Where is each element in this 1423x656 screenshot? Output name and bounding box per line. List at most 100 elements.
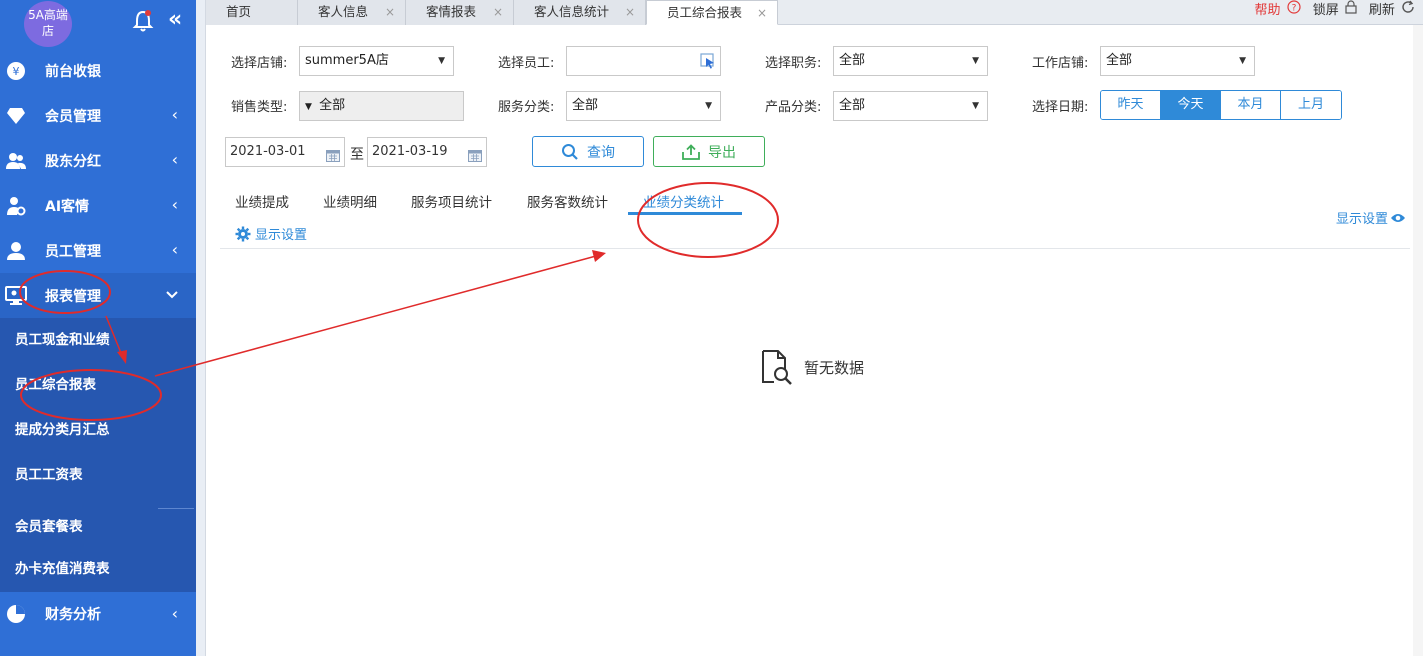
empty-text: 暂无数据 bbox=[804, 358, 865, 377]
export-label: 导出 bbox=[708, 144, 736, 161]
svg-text:?: ? bbox=[1291, 4, 1296, 14]
tab-label: 客情报表 bbox=[426, 4, 477, 19]
monitor-icon bbox=[5, 285, 27, 307]
users-icon bbox=[5, 150, 27, 172]
workshop-select[interactable]: 全部 ▼ bbox=[1100, 46, 1255, 76]
product-select[interactable]: 全部 ▼ bbox=[833, 91, 988, 121]
question-circle-icon: ? bbox=[1287, 0, 1301, 18]
store-select[interactable]: summer5A店 ▼ bbox=[299, 46, 454, 76]
caret-down-icon: ▼ bbox=[972, 56, 979, 66]
bell-icon[interactable] bbox=[132, 9, 154, 33]
sidebar-item-shareholder[interactable]: 股东分红 ‹ bbox=[0, 138, 196, 183]
sidebar-subitem-staff-report[interactable]: 员工综合报表 bbox=[0, 363, 196, 408]
calendar-icon bbox=[326, 145, 340, 162]
pie-icon bbox=[5, 603, 27, 625]
close-icon[interactable]: × bbox=[385, 0, 395, 24]
date-to-value: 2021-03-19 bbox=[372, 144, 448, 159]
sidebar-item-finance[interactable]: 财务分析 ‹ bbox=[0, 592, 196, 636]
chevron-down-icon bbox=[166, 287, 178, 303]
collapse-sidebar-icon[interactable]: « bbox=[168, 9, 190, 33]
caret-down-icon: ▼ bbox=[972, 101, 979, 111]
service-select[interactable]: 全部 ▼ bbox=[566, 91, 721, 121]
close-icon[interactable]: × bbox=[493, 0, 503, 24]
date-label: 选择日期: bbox=[1032, 100, 1089, 115]
lock-icon bbox=[1345, 0, 1357, 18]
reports-submenu: 员工现金和业绩 员工综合报表 提成分类月汇总 员工工资表 会员套餐表 办卡充值消… bbox=[0, 318, 196, 592]
staff-input[interactable] bbox=[566, 46, 721, 76]
date-btn-this-month[interactable]: 本月 bbox=[1221, 91, 1281, 119]
gear-icon bbox=[235, 226, 251, 241]
display-settings-link[interactable]: 显示设置 bbox=[235, 224, 307, 243]
sidebar-item-label: 股东分红 bbox=[45, 153, 101, 170]
sidebar-resize-strip[interactable] bbox=[196, 0, 206, 656]
help-link[interactable]: 帮助 ? bbox=[1255, 0, 1301, 20]
tab-home[interactable]: 首页 bbox=[206, 0, 298, 25]
page-scrollbar[interactable] bbox=[1413, 25, 1423, 656]
sidebar-item-ai-customer[interactable]: AI客情 ‹ bbox=[0, 183, 196, 228]
sidebar-item-front-cashier[interactable]: ¥ 前台收银 bbox=[0, 48, 196, 93]
sidebar-header: 5A高端店 « bbox=[0, 0, 196, 48]
sidebar-subitem-commission-monthly[interactable]: 提成分类月汇总 bbox=[0, 408, 196, 453]
tab-label: 客人信息统计 bbox=[534, 4, 610, 19]
refresh-label: 刷新 bbox=[1368, 3, 1395, 18]
select-pointer-icon[interactable] bbox=[700, 53, 716, 69]
date-btn-last-month[interactable]: 上月 bbox=[1281, 91, 1341, 119]
sidebar-subitem-member-package[interactable]: 会员套餐表 bbox=[0, 507, 196, 547]
report-tab-service-items[interactable]: 服务项目统计 bbox=[411, 191, 492, 211]
sidebar-subitem-card-recharge[interactable]: 办卡充值消费表 bbox=[0, 547, 196, 592]
staff-label: 选择员工: bbox=[498, 56, 555, 71]
tab-customer-stats[interactable]: 客人信息统计 × bbox=[514, 0, 646, 25]
sidebar-item-label: 财务分析 bbox=[45, 607, 101, 623]
report-tab-commission[interactable]: 业绩提成 bbox=[235, 191, 289, 211]
top-right-actions: 帮助 ? 锁屏 刷新 bbox=[1255, 0, 1415, 20]
page-tabbar: 首页 客人信息 × 客情报表 × 客人信息统计 × 员工综合报表 × 帮助 ? … bbox=[206, 0, 1423, 25]
refresh-icon bbox=[1401, 0, 1415, 18]
tab-customer-info[interactable]: 客人信息 × bbox=[298, 0, 406, 25]
sidebar: 5A高端店 « ¥ 前台收银 会员管理 ‹ 股东分红 ‹ AI客情 ‹ 员工管理… bbox=[0, 0, 196, 656]
position-value: 全部 bbox=[839, 53, 866, 68]
chevron-left-icon: ‹ bbox=[171, 604, 178, 623]
content-divider bbox=[220, 248, 1410, 249]
date-btn-today[interactable]: 今天 bbox=[1161, 91, 1221, 119]
date-from-input[interactable]: 2021-03-01 bbox=[225, 137, 345, 167]
sale-type-value: 全部 bbox=[319, 98, 346, 113]
sale-type-select[interactable]: ▼ 全部 bbox=[299, 91, 464, 121]
sidebar-subitem-staff-cash[interactable]: 员工现金和业绩 bbox=[0, 318, 196, 363]
report-tab-service-customers[interactable]: 服务客数统计 bbox=[527, 191, 608, 211]
query-label: 查询 bbox=[587, 144, 615, 161]
user-icon bbox=[5, 240, 27, 262]
date-from-value: 2021-03-01 bbox=[230, 144, 306, 159]
date-btn-yesterday[interactable]: 昨天 bbox=[1101, 91, 1161, 119]
report-tab-category-stats[interactable]: 业绩分类统计 bbox=[643, 191, 724, 211]
close-icon[interactable]: × bbox=[625, 0, 635, 24]
export-button[interactable]: 导出 bbox=[653, 136, 765, 167]
refresh-link[interactable]: 刷新 bbox=[1369, 0, 1415, 20]
sidebar-subitem-payroll[interactable]: 员工工资表 bbox=[0, 453, 196, 498]
sidebar-item-staff[interactable]: 员工管理 ‹ bbox=[0, 228, 196, 273]
tab-customer-report[interactable]: 客情报表 × bbox=[406, 0, 514, 25]
query-button[interactable]: 查询 bbox=[532, 136, 644, 167]
position-select[interactable]: 全部 ▼ bbox=[833, 46, 988, 76]
workshop-value: 全部 bbox=[1106, 53, 1133, 68]
active-tab-underline bbox=[628, 212, 742, 215]
annotation-arrow-right bbox=[154, 250, 606, 377]
position-label: 选择职务: bbox=[765, 56, 822, 71]
date-to-input[interactable]: 2021-03-19 bbox=[367, 137, 487, 167]
user-gear-icon bbox=[5, 195, 27, 217]
display-settings-right-link[interactable]: 显示设置 bbox=[1336, 208, 1406, 227]
diamond-icon bbox=[5, 105, 27, 127]
sidebar-item-reports[interactable]: 报表管理 bbox=[0, 273, 196, 318]
tab-staff-report[interactable]: 员工综合报表 × bbox=[646, 0, 778, 25]
report-tab-detail[interactable]: 业绩明细 bbox=[323, 191, 377, 211]
store-avatar[interactable]: 5A高端店 bbox=[24, 1, 72, 47]
search-icon bbox=[562, 143, 578, 160]
close-icon[interactable]: × bbox=[757, 1, 767, 25]
product-value: 全部 bbox=[839, 98, 866, 113]
caret-down-icon: ▼ bbox=[305, 102, 312, 112]
sidebar-item-member[interactable]: 会员管理 ‹ bbox=[0, 93, 196, 138]
caret-down-icon: ▼ bbox=[705, 101, 712, 111]
display-settings-right-label: 显示设置 bbox=[1336, 212, 1389, 227]
sidebar-item-label: 会员管理 bbox=[45, 108, 101, 125]
yen-icon: ¥ bbox=[5, 60, 27, 82]
lock-screen-link[interactable]: 锁屏 bbox=[1313, 0, 1357, 20]
